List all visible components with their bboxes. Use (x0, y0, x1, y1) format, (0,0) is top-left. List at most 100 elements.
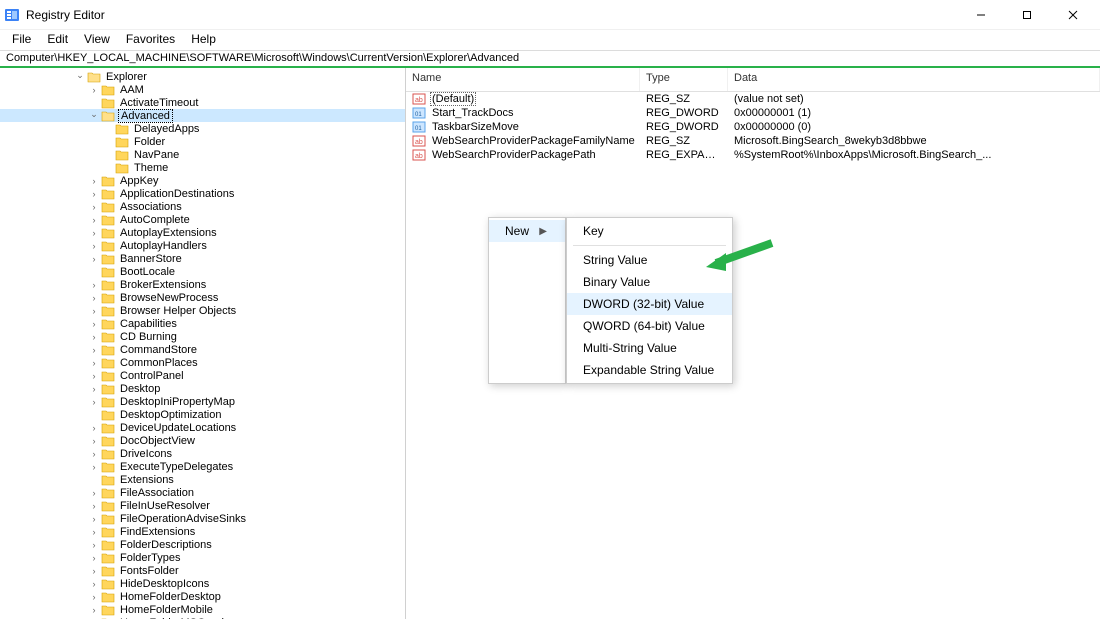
tree-item[interactable]: ›DocObjectView (0, 434, 405, 447)
chevron-right-icon[interactable]: › (88, 201, 100, 213)
tree-item[interactable]: ›ControlPanel (0, 369, 405, 382)
chevron-right-icon[interactable]: › (88, 487, 100, 499)
tree-item[interactable]: ›CommonPlaces (0, 356, 405, 369)
tree-item[interactable]: ⌄Advanced (0, 109, 405, 122)
tree-item[interactable]: ›Capabilities (0, 317, 405, 330)
chevron-right-icon[interactable]: › (88, 435, 100, 447)
context-item[interactable]: Expandable String Value (567, 359, 732, 381)
context-item[interactable]: Binary Value (567, 271, 732, 293)
maximize-button[interactable] (1004, 0, 1050, 30)
chevron-right-icon[interactable]: › (88, 448, 100, 460)
chevron-right-icon[interactable]: › (88, 331, 100, 343)
tree-item[interactable]: ›HomeFolderDesktop (0, 590, 405, 603)
tree-item[interactable]: ActivateTimeout (0, 96, 405, 109)
chevron-right-icon[interactable]: › (88, 370, 100, 382)
chevron-right-icon[interactable]: › (88, 318, 100, 330)
tree-item[interactable]: ›FolderTypes (0, 551, 405, 564)
tree-item[interactable]: ›FileAssociation (0, 486, 405, 499)
list-row[interactable]: abWebSearchProviderPackagePathREG_EXPAND… (406, 148, 1100, 162)
minimize-button[interactable] (958, 0, 1004, 30)
address-bar[interactable]: Computer\HKEY_LOCAL_MACHINE\SOFTWARE\Mic… (0, 50, 1100, 68)
menu-edit[interactable]: Edit (39, 30, 76, 50)
chevron-right-icon[interactable]: › (88, 357, 100, 369)
tree-item[interactable]: ›Browser Helper Objects (0, 304, 405, 317)
list-row[interactable]: 01TaskbarSizeMoveREG_DWORD0x00000000 (0) (406, 120, 1100, 134)
chevron-right-icon[interactable]: › (88, 565, 100, 577)
chevron-right-icon[interactable]: › (88, 383, 100, 395)
chevron-down-icon[interactable]: ⌄ (74, 69, 86, 81)
tree-item[interactable]: Folder (0, 135, 405, 148)
menu-view[interactable]: View (76, 30, 118, 50)
tree-item[interactable]: ⌄Explorer (0, 70, 405, 83)
list-body[interactable]: ab(Default)REG_SZ(value not set)01Start_… (406, 92, 1100, 619)
tree-item[interactable]: NavPane (0, 148, 405, 161)
context-item[interactable]: DWORD (32-bit) Value (567, 293, 732, 315)
tree-item[interactable]: ›FolderDescriptions (0, 538, 405, 551)
column-type[interactable]: Type (640, 68, 728, 91)
tree-item[interactable]: ›Desktop (0, 382, 405, 395)
tree-item[interactable]: ›ApplicationDestinations (0, 187, 405, 200)
menu-help[interactable]: Help (183, 30, 224, 50)
chevron-right-icon[interactable]: › (88, 84, 100, 96)
chevron-down-icon[interactable]: ⌄ (88, 108, 100, 120)
chevron-right-icon[interactable]: › (88, 604, 100, 616)
chevron-right-icon[interactable]: › (88, 578, 100, 590)
context-item[interactable]: Key (567, 220, 732, 242)
chevron-right-icon[interactable]: › (88, 305, 100, 317)
chevron-right-icon[interactable]: › (88, 253, 100, 265)
context-item[interactable]: Multi-String Value (567, 337, 732, 359)
tree-item[interactable]: Extensions (0, 473, 405, 486)
chevron-right-icon[interactable]: › (88, 292, 100, 304)
close-button[interactable] (1050, 0, 1096, 30)
tree-item[interactable]: ›AppKey (0, 174, 405, 187)
chevron-right-icon[interactable]: › (88, 591, 100, 603)
column-name[interactable]: Name (406, 68, 640, 91)
tree-item[interactable]: ›DriveIcons (0, 447, 405, 460)
tree-item[interactable]: DelayedApps (0, 122, 405, 135)
tree-item[interactable]: ›AutoplayHandlers (0, 239, 405, 252)
tree-item[interactable]: ›AutoplayExtensions (0, 226, 405, 239)
list-row[interactable]: 01Start_TrackDocsREG_DWORD0x00000001 (1) (406, 106, 1100, 120)
tree-item[interactable]: ›CD Burning (0, 330, 405, 343)
tree-item[interactable]: ›BannerStore (0, 252, 405, 265)
chevron-right-icon[interactable]: › (88, 500, 100, 512)
tree-item[interactable]: ›DesktopIniPropertyMap (0, 395, 405, 408)
context-item[interactable]: String Value (567, 249, 732, 271)
chevron-right-icon[interactable]: › (88, 396, 100, 408)
tree-item[interactable]: ›FileOperationAdviseSinks (0, 512, 405, 525)
tree-item[interactable]: ›ExecuteTypeDelegates (0, 460, 405, 473)
tree-item[interactable]: ›DeviceUpdateLocations (0, 421, 405, 434)
tree-item[interactable]: Theme (0, 161, 405, 174)
chevron-right-icon[interactable]: › (88, 526, 100, 538)
tree-item[interactable]: ›HomeFolderMobile (0, 603, 405, 616)
tree-item[interactable]: ›AutoComplete (0, 213, 405, 226)
tree-item[interactable]: BootLocale (0, 265, 405, 278)
context-item[interactable]: QWORD (64-bit) Value (567, 315, 732, 337)
chevron-right-icon[interactable]: › (88, 422, 100, 434)
tree-item[interactable]: ›FileInUseResolver (0, 499, 405, 512)
tree-item[interactable]: ›Associations (0, 200, 405, 213)
menu-file[interactable]: File (4, 30, 39, 50)
chevron-right-icon[interactable]: › (88, 175, 100, 187)
chevron-right-icon[interactable]: › (88, 461, 100, 473)
chevron-right-icon[interactable]: › (88, 539, 100, 551)
chevron-right-icon[interactable]: › (88, 214, 100, 226)
chevron-right-icon[interactable]: › (88, 240, 100, 252)
chevron-right-icon[interactable]: › (88, 344, 100, 356)
tree-item[interactable]: ›AAM (0, 83, 405, 96)
chevron-right-icon[interactable]: › (88, 552, 100, 564)
tree-item[interactable]: ›FindExtensions (0, 525, 405, 538)
menu-favorites[interactable]: Favorites (118, 30, 183, 50)
column-data[interactable]: Data (728, 68, 1100, 91)
list-row[interactable]: ab(Default)REG_SZ(value not set) (406, 92, 1100, 106)
list-row[interactable]: abWebSearchProviderPackageFamilyNameREG_… (406, 134, 1100, 148)
tree-item[interactable]: ›BrowseNewProcess (0, 291, 405, 304)
chevron-right-icon[interactable]: › (88, 513, 100, 525)
chevron-right-icon[interactable]: › (88, 279, 100, 291)
chevron-right-icon[interactable]: › (88, 227, 100, 239)
tree-item[interactable]: ›BrokerExtensions (0, 278, 405, 291)
chevron-right-icon[interactable]: › (88, 188, 100, 200)
tree-pane[interactable]: ⌄Explorer›AAMActivateTimeout⌄AdvancedDel… (0, 68, 406, 619)
tree-item[interactable]: ›HideDesktopIcons (0, 577, 405, 590)
tree-item[interactable]: ›CommandStore (0, 343, 405, 356)
